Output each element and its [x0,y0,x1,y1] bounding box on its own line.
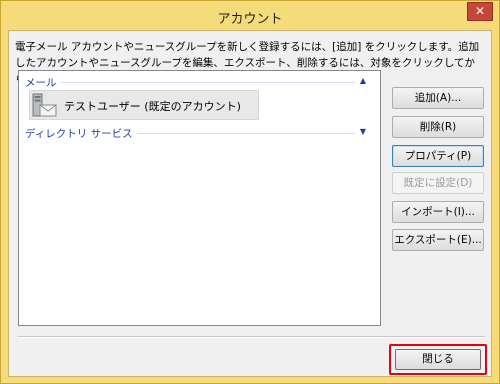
import-button[interactable]: インポート(I)... [392,201,484,223]
account-label: テストユーザー (既定のアカウント) [64,100,241,113]
properties-button[interactable]: プロパティ(P) [392,145,484,167]
export-button[interactable]: エクスポート(E)... [392,229,484,251]
close-button[interactable]: 閉じる [395,349,481,370]
add-button[interactable]: 追加(A)... [392,87,484,109]
footer-separator [17,336,485,338]
account-dialog: アカウント ✕ 電子メール アカウントやニュースグループを新しく登録するには、[… [0,0,500,384]
close-button-highlight: 閉じる [389,344,487,375]
delete-button[interactable]: 削除(R) [392,116,484,138]
group-header-mail[interactable]: メール ▲ [25,75,369,90]
group-label-directory: ディレクトリ サービス [25,126,137,141]
title-bar[interactable]: アカウント ✕ [1,1,499,30]
chevron-up-icon[interactable]: ▲ [357,75,369,87]
group-divider [25,82,355,83]
group-label-mail: メール [25,75,61,90]
chevron-down-icon[interactable]: ▼ [357,126,369,138]
group-header-directory[interactable]: ディレクトリ サービス ▼ [25,126,369,141]
mail-account-icon [32,93,58,119]
account-item-test-user[interactable]: テストユーザー (既定のアカウント) [29,90,259,120]
account-list[interactable]: メール ▲ テストユーザー (既定のアカウント) ディレクトリ サービス ▼ [18,70,381,326]
window-title: アカウント [217,12,283,27]
window-close-button[interactable]: ✕ [467,2,493,21]
dialog-body: 電子メール アカウントやニュースグループを新しく登録するには、[追加] をクリッ… [8,30,492,377]
set-default-button[interactable]: 既定に設定(D) [392,172,484,194]
